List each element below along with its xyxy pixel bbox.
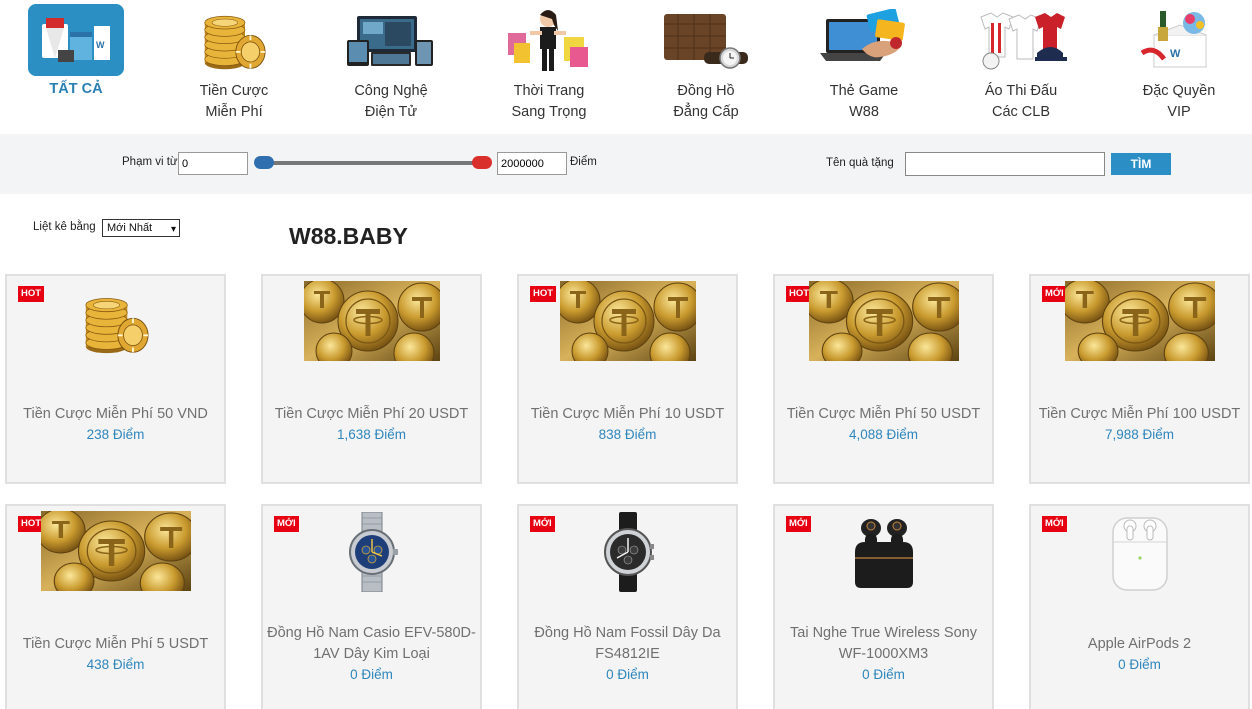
category-label: Áo Thi Đấu Các CLB (984, 83, 1058, 120)
points-range-slider[interactable] (262, 161, 482, 165)
product-points: 7,988 Điểm (1104, 427, 1175, 442)
product-points: 0 Điểm (1118, 657, 1161, 672)
product-card[interactable]: HOT Tiền Cược Miễn Phí 50 VND 238 Điểm (5, 274, 226, 484)
product-points: 0 Điểm (862, 667, 905, 682)
gift-name-input[interactable] (905, 152, 1105, 176)
product-name: Tai Nghe True Wireless Sony WF-1000XM3 (790, 625, 977, 662)
range-unit-label: Điểm (570, 156, 597, 168)
product-card[interactable]: MỚI Tiền Cược Miễn Phí 100 USDT 7,988 Đi… (1029, 274, 1250, 484)
search-button[interactable]: TÌM (1111, 153, 1171, 175)
product-card[interactable]: MỚI Apple AirPods 2 0 Điểm (1029, 504, 1250, 709)
product-name: Tiền Cược Miễn Phí 50 VND (23, 406, 208, 422)
jersey-icon (973, 4, 1069, 76)
category-label: Đồng Hồ Đẳng Cấp (673, 83, 739, 120)
casino-chips-icon (7, 290, 224, 356)
category-free-bet[interactable]: Tiền Cược Miễn Phí (169, 4, 299, 123)
category-fashion[interactable]: Thời Trang Sang Trọng (484, 4, 614, 123)
product-name: Apple AirPods 2 (1087, 636, 1192, 652)
tether-coins-icon (1031, 281, 1248, 361)
casino-chips-icon (186, 4, 282, 76)
product-name: Đồng Hồ Nam Casio EFV-580D-1AV Dây Kim L… (267, 625, 476, 662)
tether-coins-icon (775, 281, 992, 361)
product-card[interactable]: MỚI Đồng Hồ Nam Fossil Dây Da FS4812IE 0… (517, 504, 738, 709)
product-card[interactable]: HOT Tiền Cược Miễn Phí 5 USDT 438 Điểm (5, 504, 226, 709)
all-gifts-icon: W (28, 4, 124, 76)
product-name: Tiền Cược Miễn Phí 50 USDT (786, 406, 981, 422)
sort-selected-value: Mới Nhất (107, 222, 153, 234)
product-card[interactable]: HOT Tiền Cược Miễn Phí 10 USDT 838 Điểm (517, 274, 738, 484)
product-points: 0 Điểm (350, 667, 393, 682)
earbuds-icon (775, 512, 992, 592)
category-label: Thời Trang Sang Trọng (511, 83, 587, 120)
product-name: Đồng Hồ Nam Fossil Dây Da FS4812IE (534, 625, 721, 662)
game-card-icon (816, 4, 912, 76)
category-all[interactable]: W TẤT CẢ (11, 4, 141, 100)
category-jersey[interactable]: Áo Thi Đấu Các CLB (956, 4, 1086, 123)
electronics-icon (343, 4, 439, 76)
svg-text:W: W (1170, 48, 1181, 60)
page-title: W88.BABY (289, 223, 408, 249)
tether-coins-icon (519, 281, 736, 361)
leather-watch-icon (519, 512, 736, 592)
range-min-handle[interactable] (254, 156, 274, 169)
tether-coins-icon (7, 511, 224, 591)
fashion-icon (501, 4, 597, 76)
product-points: 4,088 Điểm (848, 427, 919, 442)
svg-text:W: W (96, 40, 105, 50)
range-max-handle[interactable] (472, 156, 492, 169)
category-watch[interactable]: Đồng Hồ Đẳng Cấp (641, 4, 771, 123)
product-name: Tiền Cược Miễn Phí 10 USDT (530, 406, 725, 422)
product-card[interactable]: MỚI Đồng Hồ Nam Casio EFV-580D-1AV Dây K… (261, 504, 482, 709)
product-points: 238 Điểm (86, 427, 145, 442)
product-points: 838 Điểm (598, 427, 657, 442)
max-points-input[interactable] (497, 152, 567, 175)
sort-label: Liệt kê bằng (33, 221, 96, 233)
product-card[interactable]: HOT Tiền Cược Miễn Phí 50 USDT 4,088 Điể… (773, 274, 994, 484)
category-electronics[interactable]: Công Nghệ Điện Tử (326, 4, 456, 123)
vip-gift-icon: W (1131, 4, 1227, 76)
category-game-card[interactable]: Thẻ Game W88 (799, 4, 929, 123)
product-card[interactable]: MỚI Tai Nghe True Wireless Sony WF-1000X… (773, 504, 994, 709)
gift-name-label: Tên quà tặng (826, 157, 894, 169)
chevron-down-icon: ▾ (170, 224, 176, 235)
category-label: Công Nghệ Điện Tử (354, 83, 428, 120)
category-label: Đặc Quyền VIP (1142, 83, 1216, 120)
range-label: Phạm vi từ (122, 156, 178, 168)
product-points: 0 Điểm (606, 667, 649, 682)
watch-icon (658, 4, 754, 76)
product-points: 438 Điểm (86, 657, 145, 672)
min-points-input[interactable] (178, 152, 248, 175)
category-label: Thẻ Game W88 (829, 83, 899, 120)
category-label: Tiền Cược Miễn Phí (199, 83, 269, 120)
product-name: Tiền Cược Miễn Phí 20 USDT (274, 406, 469, 422)
product-name: Tiền Cược Miễn Phí 100 USDT (1038, 406, 1241, 422)
category-vip[interactable]: W Đặc Quyền VIP (1114, 4, 1244, 123)
product-name: Tiền Cược Miễn Phí 5 USDT (22, 636, 209, 652)
category-bar: W TẤT CẢ Tiền Cược Miễn Phí Công Nghệ Đi… (0, 0, 1252, 134)
tether-coins-icon (263, 281, 480, 361)
metal-watch-icon (263, 512, 480, 592)
airpods-icon (1031, 512, 1248, 592)
sort-select[interactable]: Mới Nhất ▾ (102, 219, 180, 237)
product-points: 1,638 Điểm (336, 427, 407, 442)
product-card[interactable]: Tiền Cược Miễn Phí 20 USDT 1,638 Điểm (261, 274, 482, 484)
category-label: TẤT CẢ (49, 81, 103, 97)
